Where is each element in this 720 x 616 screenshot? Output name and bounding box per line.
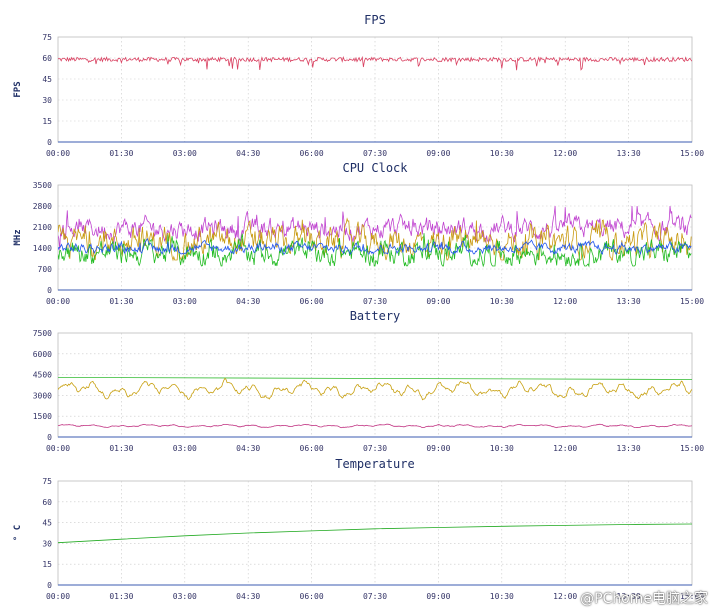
y-tick-label: 60 — [42, 498, 52, 507]
x-tick-label: 12:00 — [553, 297, 577, 306]
x-tick-label: 15:00 — [680, 297, 704, 306]
y-tick-label: 45 — [42, 519, 52, 528]
y-tick-label: 15 — [42, 117, 52, 126]
x-tick-label: 10:30 — [490, 297, 514, 306]
y-tick-label: 0 — [47, 286, 52, 295]
x-tick-label: 09:00 — [426, 149, 450, 158]
x-tick-label: 03:00 — [173, 297, 197, 306]
y-tick-label: 30 — [42, 96, 52, 105]
chart-title: Temperature — [335, 457, 414, 471]
x-tick-label: 09:00 — [426, 592, 450, 601]
x-tick-label: 10:30 — [490, 149, 514, 158]
x-tick-label: 03:00 — [173, 444, 197, 453]
x-tick-label: 01:30 — [109, 592, 133, 601]
y-tick-label: 700 — [38, 265, 53, 274]
x-tick-label: 00:00 — [46, 444, 70, 453]
chart-0: 0 15 30 45 60 75 00:00 01:30 03:00 04:30 06:00 07:3… — [13, 13, 704, 158]
y-tick-label: 0 — [47, 138, 52, 147]
chart-title: FPS — [364, 13, 386, 27]
x-tick-label: 15:00 — [680, 149, 704, 158]
x-tick-label: 01:30 — [109, 444, 133, 453]
x-tick-label: 00:00 — [46, 297, 70, 306]
x-tick-label: 13:30 — [617, 149, 641, 158]
x-tick-label: 10:30 — [490, 444, 514, 453]
chart-title: CPU Clock — [342, 161, 408, 175]
chart-1: 0 700 1400 2100 2800 3500 00:00 01:30 03:00 04:30… — [13, 161, 704, 306]
charts-canvas: 0 15 30 45 60 75 00:00 01:30 03:00 04:30 06:00 07:3… — [13, 13, 704, 601]
x-tick-label: 13:30 — [617, 297, 641, 306]
x-tick-label: 01:30 — [109, 297, 133, 306]
x-tick-label: 07:30 — [363, 149, 387, 158]
chart-title: Battery — [350, 309, 401, 323]
x-tick-label: 09:00 — [426, 444, 450, 453]
y-tick-label: 0 — [47, 433, 52, 442]
y-tick-label: 1400 — [33, 244, 52, 253]
x-tick-label: 06:00 — [300, 149, 324, 158]
y-tick-label: 6000 — [33, 350, 52, 359]
x-tick-label: 04:30 — [236, 149, 260, 158]
y-tick-label: 2800 — [33, 202, 52, 211]
x-tick-label: 12:00 — [553, 444, 577, 453]
y-tick-label: 75 — [42, 477, 52, 486]
chart-2: 0 1500 3000 4500 6000 7500 00:00 01:30 03:00 04:3… — [33, 309, 704, 453]
y-tick-label: 45 — [42, 75, 52, 84]
x-tick-label: 04:30 — [236, 297, 260, 306]
y-tick-label: 3500 — [33, 181, 52, 190]
y-axis-label: FPS — [13, 81, 23, 97]
y-tick-label: 7500 — [33, 329, 52, 338]
x-tick-label: 15:00 — [680, 444, 704, 453]
series-line-0 — [58, 55, 692, 71]
x-tick-label: 07:30 — [363, 444, 387, 453]
y-tick-label: 1500 — [33, 412, 52, 421]
chart-3: 0 15 30 45 60 75 00:00 01:30 03:00 04:30 06:00 07:3… — [13, 457, 704, 601]
y-tick-label: 2100 — [33, 223, 52, 232]
y-tick-label: 75 — [42, 33, 52, 42]
x-tick-label: 13:30 — [617, 444, 641, 453]
x-tick-label: 09:00 — [426, 297, 450, 306]
watermark-text: @PChome电脑之家 — [580, 591, 708, 607]
y-tick-label: 15 — [42, 560, 52, 569]
x-tick-label: 12:00 — [553, 592, 577, 601]
y-tick-label: 0 — [47, 581, 52, 590]
x-tick-label: 07:30 — [363, 592, 387, 601]
x-tick-label: 07:30 — [363, 297, 387, 306]
x-tick-label: 06:00 — [300, 592, 324, 601]
x-tick-label: 12:00 — [553, 149, 577, 158]
y-tick-label: 60 — [42, 54, 52, 63]
x-tick-label: 06:00 — [300, 297, 324, 306]
x-tick-label: 04:30 — [236, 444, 260, 453]
y-axis-label: ° C — [13, 525, 23, 541]
x-tick-label: 10:30 — [490, 592, 514, 601]
series-line-2 — [58, 423, 692, 429]
x-tick-label: 04:30 — [236, 592, 260, 601]
y-tick-label: 4500 — [33, 371, 52, 380]
x-tick-label: 03:00 — [173, 592, 197, 601]
y-axis-label: MHz — [13, 229, 23, 245]
y-tick-label: 30 — [42, 539, 52, 548]
x-tick-label: 01:30 — [109, 149, 133, 158]
x-tick-label: 00:00 — [46, 149, 70, 158]
y-tick-label: 3000 — [33, 391, 52, 400]
x-tick-label: 03:00 — [173, 149, 197, 158]
x-tick-label: 00:00 — [46, 592, 70, 601]
x-tick-label: 06:00 — [300, 444, 324, 453]
